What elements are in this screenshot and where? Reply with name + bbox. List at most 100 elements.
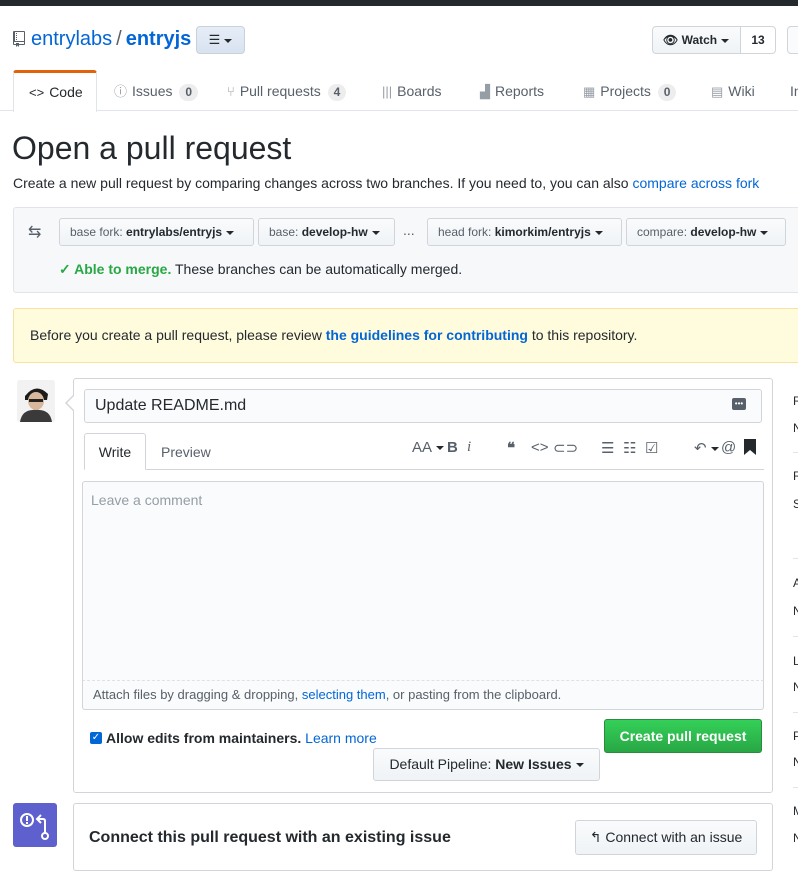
mention-icon[interactable]: @ <box>721 439 736 456</box>
tab-boards[interactable]: ||| Boards <box>382 70 442 111</box>
select-value: entrylabs/entryjs <box>126 225 223 239</box>
allow-edits-checkbox[interactable]: ✓ <box>90 732 102 744</box>
sidebar-divider <box>793 558 798 559</box>
repo-owner-link[interactable]: entrylabs <box>31 28 112 50</box>
head-fork-select[interactable]: head fork: kimorkim/entryjs <box>427 218 622 246</box>
compare-forks-link[interactable]: compare across fork <box>632 175 759 191</box>
sidebar-reviewers-heading[interactable]: R <box>793 394 798 408</box>
projects-counter: 0 <box>657 84 677 101</box>
text-size-icon[interactable]: AA <box>412 439 445 456</box>
ordered-list-icon[interactable]: ☷ <box>623 439 636 457</box>
tab-wiki[interactable]: ▤ Wiki <box>711 70 755 111</box>
chevron-down-icon <box>226 230 235 235</box>
project-icon: ▦ <box>583 84 596 99</box>
chevron-down-icon <box>224 38 233 43</box>
pipeline-select[interactable]: Default Pipeline: New Issues <box>373 748 600 781</box>
pull-request-icon: ⑂ <box>227 84 235 99</box>
connect-issue-button[interactable]: ↰ Connect with an issue <box>575 820 757 855</box>
boards-icon: ||| <box>382 84 393 99</box>
learn-more-link[interactable]: Learn more <box>305 730 377 746</box>
tab-projects[interactable]: ▦ Projects 0 <box>583 70 677 111</box>
sidebar-assignees-value: S <box>793 497 798 511</box>
pipeline-value: New Issues <box>495 756 572 772</box>
code-icon[interactable]: <> <box>531 439 549 456</box>
git-compare-icon: ⇆ <box>28 224 42 241</box>
quote-icon[interactable]: ❝ <box>507 439 515 457</box>
repo-title: entrylabs / entryjs <box>31 28 191 51</box>
connect-issue-title: Connect this pull request with an existi… <box>89 829 451 846</box>
sidebar-divider <box>793 452 798 453</box>
sidebar-assignees-heading[interactable]: R <box>793 469 798 483</box>
tab-issues[interactable]: ⓘ Issues 0 <box>114 70 199 111</box>
chevron-down-icon <box>594 230 603 235</box>
repo-menu-button[interactable]: ☰ <box>196 26 245 54</box>
tab-write[interactable]: Write <box>84 433 146 470</box>
sidebar-projects-value: N <box>793 680 798 694</box>
connect-button-label: Connect with an issue <box>605 829 743 845</box>
chevron-down-icon <box>371 230 380 235</box>
italic-icon[interactable]: i <box>467 439 471 456</box>
sidebar-epic-heading[interactable]: M <box>793 804 798 818</box>
unordered-list-icon[interactable]: ☰ <box>601 439 614 457</box>
zenhub-connect-icon <box>13 803 57 847</box>
tab-label: Boards <box>397 83 442 99</box>
task-list-icon[interactable]: ☑ <box>645 439 658 457</box>
issues-counter: 0 <box>179 84 199 101</box>
sidebar-labels-value: N <box>793 604 798 618</box>
pipeline-label: Default Pipeline: <box>389 756 492 772</box>
compare-branch-select[interactable]: compare: develop-hw <box>626 218 786 246</box>
tab-preview[interactable]: Preview <box>161 433 211 470</box>
tab-label: Wiki <box>728 83 755 99</box>
merge-ok-label: ✓ Able to merge. <box>59 261 172 277</box>
sidebar-divider <box>793 787 798 788</box>
list-icon: ☰ <box>208 32 221 47</box>
flash-text: to this repository. <box>531 327 638 343</box>
avatar[interactable] <box>17 380 55 422</box>
file-attach-bar[interactable]: Attach files by dragging & dropping, sel… <box>82 680 764 710</box>
sidebar-milestone-heading[interactable]: P <box>793 729 798 743</box>
link-icon[interactable]: ⊂⊃ <box>553 439 578 457</box>
guidelines-link[interactable]: the guidelines for contributing <box>326 327 528 343</box>
bold-icon[interactable]: B <box>447 439 458 456</box>
sidebar-epic-value: N <box>793 831 798 845</box>
sidebar-labels-heading[interactable]: A <box>793 576 798 590</box>
watch-button[interactable]: 👁 Watch <box>652 26 741 54</box>
page-subtitle: Create a new pull request by comparing c… <box>13 175 759 191</box>
tab-insights[interactable]: In <box>790 70 798 111</box>
code-icon: <> <box>29 85 45 100</box>
repo-name-link[interactable]: entryjs <box>126 28 192 50</box>
eye-icon: 👁 <box>663 33 679 47</box>
tab-label: Pull requests <box>239 83 321 99</box>
sidebar-projects-heading[interactable]: L <box>793 654 798 668</box>
repo-separator: / <box>116 28 122 50</box>
watch-label: Watch <box>681 33 718 47</box>
comment-textarea[interactable] <box>82 481 764 680</box>
repo-nav: <> Code ⓘ Issues 0 ⑂ Pull requests 4 ||| Boa… <box>0 70 798 112</box>
watch-count[interactable]: 13 <box>740 26 776 54</box>
reply-icon[interactable]: ↶ <box>694 439 719 457</box>
select-label: base fork: <box>70 225 123 239</box>
form-pointer-inner <box>67 396 74 410</box>
merge-text: These branches can be automatically merg… <box>174 261 463 277</box>
allow-edits-label: Allow edits from maintainers. Learn more <box>106 730 377 746</box>
bookmark-icon[interactable] <box>744 439 756 459</box>
star-button[interactable] <box>787 26 798 54</box>
allow-edits-text: Allow edits from maintainers. <box>106 730 302 746</box>
range-ellipsis: ... <box>403 222 415 238</box>
select-files-link[interactable]: selecting them <box>302 687 386 702</box>
create-pull-request-button[interactable]: Create pull request <box>604 719 762 753</box>
tab-code[interactable]: <> Code <box>13 70 97 112</box>
base-fork-select[interactable]: base fork: entrylabs/entryjs <box>59 218 254 246</box>
tab-pull-requests[interactable]: ⑂ Pull requests 4 <box>227 70 347 111</box>
tab-reports[interactable]: ▟ Reports <box>480 70 544 111</box>
subtitle-text: Create a new pull request by comparing c… <box>13 175 629 191</box>
graph-icon: ▟ <box>480 84 490 99</box>
select-label: compare: <box>637 225 688 239</box>
sidebar-milestone-value: N <box>793 755 798 769</box>
flash-text: Before you create a pull request, please… <box>30 327 322 343</box>
base-branch-select[interactable]: base: develop-hw <box>258 218 395 246</box>
saved-replies-icon[interactable]: ••• <box>732 398 746 410</box>
top-bar <box>0 0 798 6</box>
tab-label: Projects <box>600 83 651 99</box>
pr-title-input[interactable] <box>84 389 762 423</box>
